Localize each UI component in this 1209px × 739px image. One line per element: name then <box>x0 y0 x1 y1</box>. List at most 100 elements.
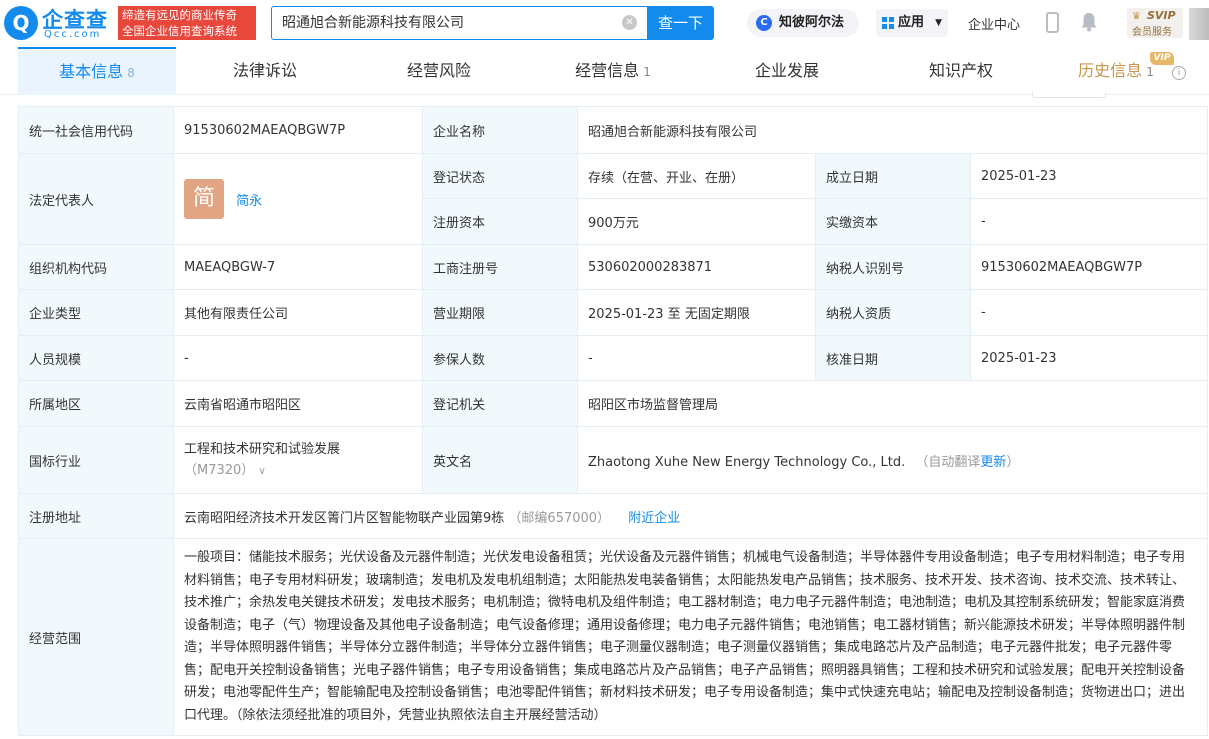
approval-date-label: 核准日期 <box>815 335 971 381</box>
paid-capital-value: - <box>969 198 1209 245</box>
approval-date-value: 2025-01-23 <box>969 335 1209 381</box>
info-icon[interactable]: i <box>1172 66 1186 80</box>
tab-count: 1 <box>1146 65 1154 79</box>
industry-cell: 工程和技术研究和试验发展 （M7320） ∨ <box>173 426 423 494</box>
org-code-label: 组织机构代码 <box>18 244 174 290</box>
slogan-line-2: 全国企业信用查询系统 <box>122 24 237 38</box>
chevron-down-icon: ∨ <box>258 465 266 477</box>
term-value: 2025-01-23 至 无固定期限 <box>577 289 816 336</box>
zhibi-alpha-button[interactable]: C 知彼阿尔法 <box>747 9 859 37</box>
tab-ip[interactable]: 知识产权 <box>882 47 1040 95</box>
reg-status-value: 存续（在营、开业、在册） <box>577 153 816 199</box>
tab-label: 基本信息 <box>59 62 124 81</box>
tab-development[interactable]: 企业发展 <box>708 47 866 95</box>
table-row: 国标行业 工程和技术研究和试验发展 （M7320） ∨ 英文名 Zhaotong… <box>18 426 1209 494</box>
insured-value: - <box>577 335 816 381</box>
region-value: 云南省昭通市昭阳区 <box>173 380 423 427</box>
legal-rep-cell: 简 简永 <box>173 153 423 245</box>
reg-status-label: 登记状态 <box>422 153 578 199</box>
taxpayer-id-value: 91530602MAEAQBGW7P <box>969 244 1209 290</box>
industry-code-row[interactable]: （M7320） ∨ <box>184 460 412 482</box>
enterprise-center-link[interactable]: 企业中心 <box>968 14 1020 33</box>
svip-label: SVIP <box>1147 9 1176 22</box>
logo-mark-icon: Q <box>4 6 38 40</box>
est-date-label: 成立日期 <box>815 153 971 199</box>
reg-capital-label: 注册资本 <box>422 198 578 245</box>
vip-badge: VIP <box>1150 52 1174 65</box>
notification-bell-icon[interactable] <box>1080 12 1098 32</box>
auto-translate-note-end: ） <box>1006 454 1020 470</box>
clear-search-icon[interactable]: ✕ <box>622 15 637 30</box>
tab-business-risk[interactable]: 经营风险 <box>360 47 518 95</box>
legal-rep-link[interactable]: 简永 <box>236 194 262 209</box>
apps-menu-button[interactable]: 应用 ▼ <box>876 9 948 37</box>
paid-capital-label: 实缴资本 <box>815 198 971 245</box>
legal-rep-label: 法定代表人 <box>18 153 174 245</box>
biz-reg-no-label: 工商注册号 <box>422 244 578 290</box>
authority-label: 登记机关 <box>422 380 578 427</box>
apps-grid-icon <box>882 17 894 29</box>
ent-type-label: 企业类型 <box>18 289 174 336</box>
tab-business-info[interactable]: 经营信息 1 <box>534 47 692 95</box>
company-name-value: 昭通旭合新能源科技有限公司 <box>576 106 1209 154</box>
english-name-value: Zhaotong Xuhe New Energy Technology Co.,… <box>588 454 906 470</box>
insured-label: 参保人数 <box>422 335 578 381</box>
tab-label: 经营信息 <box>575 61 640 80</box>
user-avatar[interactable] <box>1189 8 1209 40</box>
tab-basic-info[interactable]: 基本信息 8 <box>18 47 176 95</box>
crown-icon: ♛ <box>1132 11 1141 22</box>
scope-value: 一般项目：储能技术服务；光伏设备及元器件制造；光伏发电设备租赁；光伏设备及元器件… <box>172 538 1209 736</box>
svip-member-button[interactable]: ♛ SVIP 会员服务 <box>1127 8 1183 38</box>
term-label: 营业期限 <box>422 289 578 336</box>
ent-type-value: 其他有限责任公司 <box>173 289 423 336</box>
biz-reg-no-value: 530602000283871 <box>577 244 816 290</box>
tab-count: 1 <box>643 65 651 79</box>
table-row: 注册地址 云南昭阳经济技术开发区箐门片区智能物联产业园第9栋 （邮编657000… <box>18 493 1209 539</box>
mobile-phone-icon[interactable] <box>1046 12 1059 33</box>
table-row: 企业类型 其他有限责任公司 营业期限 2025-01-23 至 无固定期限 纳税… <box>18 289 1209 336</box>
tab-label: 历史信息 <box>1078 61 1143 80</box>
industry-value: 工程和技术研究和试验发展 <box>184 441 341 457</box>
zhibi-label: 知彼阿尔法 <box>779 15 845 30</box>
scope-label: 经营范围 <box>18 538 174 736</box>
staff-size-label: 人员规模 <box>18 335 174 381</box>
credit-code-value: 91530602MAEAQBGW7P <box>173 106 423 154</box>
industry-code: （M7320） <box>184 462 255 478</box>
taxpayer-qual-label: 纳税人资质 <box>815 289 971 336</box>
tab-litigation[interactable]: 法律诉讼 <box>186 47 344 95</box>
zhibi-logo-icon: C <box>756 15 772 31</box>
tab-label: 知识产权 <box>928 61 993 80</box>
dropdown-edge <box>1032 92 1106 98</box>
qcc-logo[interactable]: Q 企查查 Qcc.com <box>4 4 116 42</box>
table-row: 法定代表人 简 简永 登记状态 存续（在营、开业、在册） 成立日期 2025-0… <box>18 153 1209 245</box>
table-row: 组织机构代码 MAEAQBGW-7 工商注册号 530602000283871 … <box>18 244 1209 290</box>
reg-capital-value: 900万元 <box>577 198 816 245</box>
english-name-label: 英文名 <box>422 426 578 494</box>
chevron-down-icon: ▼ <box>935 18 942 28</box>
auto-translate-note: （自动翻译 <box>915 454 981 470</box>
org-code-value: MAEAQBGW-7 <box>173 244 423 290</box>
member-service-label: 会员服务 <box>1132 27 1172 38</box>
region-label: 所属地区 <box>18 380 174 427</box>
legal-rep-avatar: 简 <box>184 179 224 219</box>
search-input[interactable]: 昭通旭合新能源科技有限公司 <box>271 6 647 40</box>
search-button[interactable]: 查一下 <box>647 6 714 40</box>
update-link[interactable]: 更新 <box>980 455 1006 470</box>
tab-label: 企业发展 <box>754 61 819 80</box>
apps-label: 应用 <box>898 15 925 30</box>
english-name-cell: Zhaotong Xuhe New Energy Technology Co.,… <box>576 426 1209 494</box>
basic-info-table: 统一社会信用代码 91530602MAEAQBGW7P 企业名称 昭通旭合新能源… <box>18 106 1209 736</box>
tab-label: 法律诉讼 <box>232 61 297 80</box>
postcode: （邮编657000） <box>508 510 611 526</box>
address-label: 注册地址 <box>18 493 174 539</box>
logo-domain: Qcc.com <box>44 29 102 40</box>
detail-tabs: 基本信息 8 法律诉讼 经营风险 经营信息 1 企业发展 知识产权 历史信息 1 <box>0 47 1209 95</box>
est-date-value: 2025-01-23 <box>969 153 1209 199</box>
slogan-line-1: 缔造有远见的商业传奇 <box>122 8 237 22</box>
staff-size-value: - <box>173 335 423 381</box>
taxpayer-id-label: 纳税人识别号 <box>815 244 971 290</box>
top-header: Q 企查查 Qcc.com 缔造有远见的商业传奇 全国企业信用查询系统 昭通旭合… <box>0 0 1209 47</box>
address-value: 云南昭阳经济技术开发区箐门片区智能物联产业园第9栋 <box>184 510 505 526</box>
table-row: 人员规模 - 参保人数 - 核准日期 2025-01-23 <box>18 335 1209 381</box>
nearby-companies-link[interactable]: 附近企业 <box>628 511 680 526</box>
